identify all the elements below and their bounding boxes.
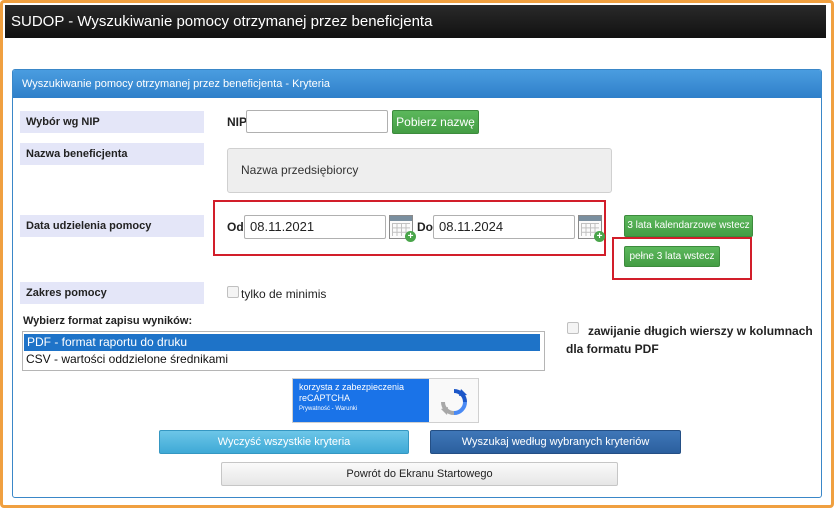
fetch-name-button[interactable]: Pobierz nazwę xyxy=(392,110,479,134)
window-title: SUDOP - Wyszukiwanie pomocy otrzymanej p… xyxy=(5,5,826,38)
nip-input[interactable] xyxy=(246,110,388,133)
beneficiary-name-field: Nazwa przedsiębiorcy xyxy=(227,148,612,193)
de-minimis-checkbox[interactable] xyxy=(227,286,239,298)
clear-criteria-button[interactable]: Wyczyść wszystkie kryteria xyxy=(159,430,409,454)
search-button[interactable]: Wyszukaj według wybranych kryteriów xyxy=(430,430,681,454)
de-minimis-label: tylko de minimis xyxy=(241,287,327,301)
format-option-pdf[interactable]: PDF - format raportu do druku xyxy=(24,334,540,351)
calendar-to-icon[interactable]: + xyxy=(578,215,605,242)
scope-label: Zakres pomocy xyxy=(20,282,204,304)
date-section-label: Data udzielenia pomocy xyxy=(20,215,204,237)
beneficiary-label: Nazwa beneficjenta xyxy=(20,143,204,165)
format-listbox[interactable]: PDF - format raportu do druku CSV - wart… xyxy=(22,331,545,371)
recaptcha-links[interactable]: Prywatność - Warunki xyxy=(299,404,423,414)
calendar-from-icon[interactable]: + xyxy=(389,215,416,242)
format-option-csv[interactable]: CSV - wartości oddzielone średnikami xyxy=(23,351,544,368)
date-from-label: Od xyxy=(227,220,244,234)
recaptcha-logo-icon xyxy=(441,389,467,415)
full-three-years-button[interactable]: pełne 3 lata wstecz xyxy=(624,246,720,267)
wrap-rows-label: zawijanie długich wierszy w kolumnach dl… xyxy=(566,324,813,356)
three-calendar-years-button[interactable]: 3 lata kalendarzowe wstecz xyxy=(624,215,753,237)
format-label: Wybierz format zapisu wyników: xyxy=(23,315,193,327)
date-from-input[interactable]: 08.11.2021 xyxy=(244,215,386,239)
date-to-label: Do xyxy=(417,220,433,234)
back-to-start-button[interactable]: Powrót do Ekranu Startowego xyxy=(221,462,618,486)
nip-section-label: Wybór wg NIP xyxy=(20,111,204,133)
recaptcha-badge: korzysta z zabezpieczenia reCAPTCHA Pryw… xyxy=(292,378,479,423)
panel-title: Wyszukiwanie pomocy otrzymanej przez ben… xyxy=(13,70,821,98)
recaptcha-line1: korzysta z zabezpieczenia xyxy=(299,382,405,392)
date-to-input[interactable]: 08.11.2024 xyxy=(433,215,575,239)
recaptcha-line2: reCAPTCHA xyxy=(299,393,351,403)
recaptcha-text-area: korzysta z zabezpieczenia reCAPTCHA Pryw… xyxy=(293,379,429,422)
nip-field-label: NIP xyxy=(227,115,248,129)
